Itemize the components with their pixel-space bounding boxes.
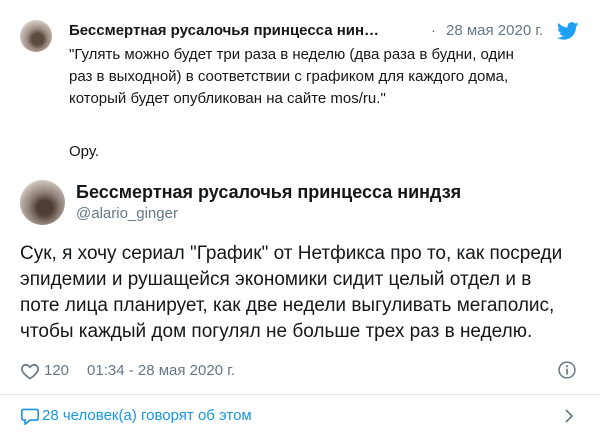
author-avatar[interactable] <box>20 180 65 225</box>
quoted-avatar[interactable] <box>20 20 52 52</box>
author-handle[interactable]: @alario_ginger <box>76 205 178 222</box>
quoted-text: "Гулять можно будет три раза в неделю (д… <box>69 46 514 107</box>
twitter-bird-icon[interactable] <box>557 22 579 40</box>
tweet-timestamp[interactable]: 01:34 - 28 мая 2020 г. <box>87 362 235 379</box>
divider <box>0 394 600 395</box>
heart-icon[interactable] <box>20 361 40 381</box>
chevron-right-icon[interactable] <box>560 407 578 425</box>
quoted-comment: Ору. <box>69 143 100 160</box>
replies-label[interactable]: 28 человек(а) говорят об этом <box>42 407 252 424</box>
tweet-text-line: чтобы каждый дом погулял не больше трех … <box>20 321 533 342</box>
quoted-date[interactable]: 28 мая 2020 г. <box>446 22 543 39</box>
tweet-text-line: поте лица планирует, как две недели выгу… <box>20 295 555 316</box>
quoted-separator: · <box>431 22 436 39</box>
tweet-text-line: Сук, я хочу сериал "График" от Нетфикса … <box>20 243 563 264</box>
quoted-author-name[interactable]: Бессмертная русалочья принцесса нин… <box>69 22 419 39</box>
info-icon[interactable] <box>557 360 577 380</box>
tweet-text-line: эпидемии и рушащейся экономики сидит цел… <box>20 269 532 290</box>
like-count[interactable]: 120 <box>44 362 69 379</box>
quoted-tweet[interactable]: Бессмертная русалочья принцесса нин… · 2… <box>0 0 600 178</box>
author-name[interactable]: Бессмертная русалочья принцесса ниндзя <box>76 182 461 203</box>
comment-bubble-icon <box>20 408 39 425</box>
tweet-text: Сук, я хочу сериал "График" от Нетфикса … <box>20 241 580 345</box>
